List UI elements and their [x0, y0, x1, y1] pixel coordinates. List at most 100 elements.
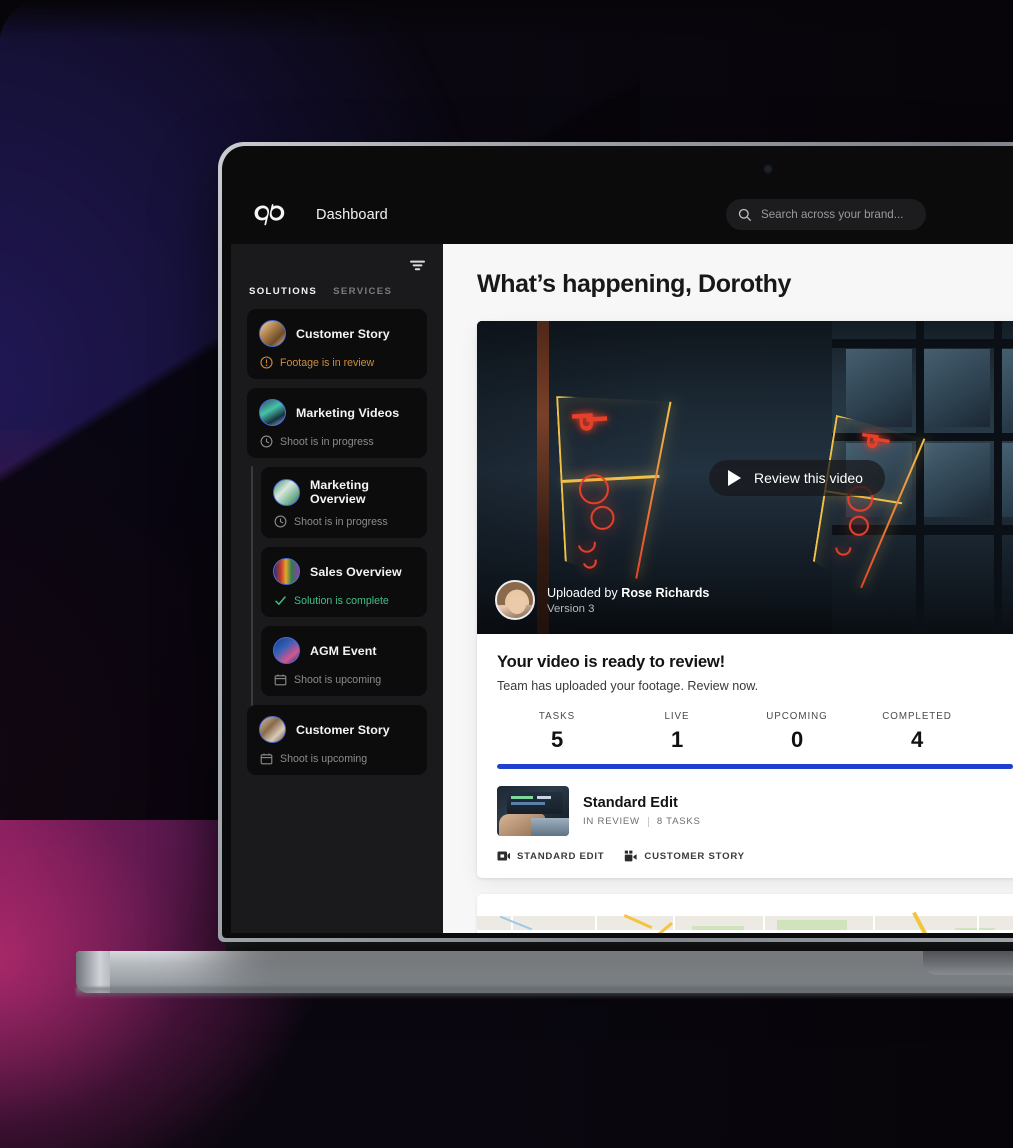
sidebar-item-status: Shoot is upcoming	[259, 752, 415, 765]
page-title: What’s happening, Dorothy	[477, 270, 792, 298]
map-thumbnail	[477, 911, 1013, 933]
project-thumbnail	[273, 558, 300, 585]
play-icon	[728, 469, 742, 486]
sidebar-item-status-label: Solution is complete	[294, 594, 389, 607]
stat-label: ISSUES	[977, 711, 1013, 722]
laptop-screen: Dashboard Search across your brand... SO…	[231, 186, 1013, 933]
stat-completed: COMPLETED 4	[857, 711, 977, 753]
sidebar-nav-list: Customer Story Footage is in review Mark…	[231, 309, 443, 775]
tag-customer-story[interactable]: CUSTOMER STORY	[624, 850, 744, 862]
review-video-label: Review this video	[754, 469, 863, 486]
progress-bar	[497, 764, 1013, 769]
sidebar-item-status-label: Footage is in review	[280, 356, 375, 369]
stat-label: TASKS	[538, 711, 576, 722]
sidebar-item-status-label: Shoot is in progress	[294, 515, 388, 528]
video-hero[interactable]: P I P I Review this video Uploaded by Ro…	[477, 321, 1013, 634]
card-title: Your video is ready to review!	[497, 652, 725, 671]
project-thumbnail	[259, 320, 286, 347]
calendar-icon	[260, 753, 273, 765]
stat-value: 0	[791, 727, 803, 752]
uploader-text: Uploaded by Rose Richards Version 3	[547, 586, 709, 615]
sidebar-item-status: Shoot is upcoming	[273, 673, 415, 686]
project-thumbnail	[259, 399, 286, 426]
filter-icon[interactable]	[410, 260, 425, 271]
feed-card-body: Your video is ready to review! Team has …	[477, 634, 1013, 878]
sidebar-item-header: AGM Event	[273, 637, 415, 664]
sidebar-item-marketing-overview[interactable]: Marketing Overview Shoot is in progress	[261, 467, 427, 538]
project-thumbnail	[259, 716, 286, 743]
sidebar-tab-solutions[interactable]: SOLUTIONS	[249, 286, 317, 297]
stat-live: LIVE 1	[617, 711, 737, 753]
app-title: Dashboard	[316, 207, 388, 223]
sidebar-filter-row	[231, 252, 443, 278]
tag-standard-edit[interactable]: STANDARD EDIT	[497, 850, 604, 862]
task-row[interactable]: Standard Edit IN REVIEW 8 TASKS	[497, 786, 1013, 836]
project-tag-icon	[625, 850, 637, 862]
video-version: Version 3	[547, 602, 595, 615]
map-feed-card[interactable]	[477, 894, 1013, 933]
laptop-base-lip	[76, 987, 1013, 999]
laptop-bezel-top	[231, 155, 1013, 181]
sidebar-item-agm-event[interactable]: AGM Event Shoot is upcoming	[261, 626, 427, 696]
laptop-base-notch	[923, 951, 1013, 975]
app-window: Dashboard Search across your brand... SO…	[231, 186, 1013, 933]
sidebar-item-label: Marketing Overview	[310, 478, 369, 506]
stat-issues: ISSUES 0	[977, 711, 1013, 753]
sidebar-item-status-label: Shoot is in progress	[280, 435, 374, 448]
search-input[interactable]	[761, 208, 914, 221]
uploader-name: Rose Richards	[621, 585, 710, 600]
webcam-icon	[765, 166, 771, 172]
ninety-logo-icon[interactable]	[253, 204, 286, 226]
clock-icon	[274, 515, 287, 528]
stat-value: 1	[671, 727, 683, 752]
stat-tasks: TASKS 5	[497, 711, 617, 753]
sidebar-item-customer-story-2[interactable]: Customer Story Shoot is upcoming	[247, 705, 427, 775]
sidebar-item-status: Solution is complete	[273, 594, 415, 607]
sidebar-item-status: Shoot is in progress	[273, 515, 415, 528]
tag-row: STANDARD EDIT CUSTOMER STORY	[497, 836, 1013, 878]
sidebar-item-sales-overview[interactable]: Sales Overview Solution is complete	[261, 547, 427, 617]
stats-row: TASKS 5 LIVE 1 UPCOMING 0 COMPLETED 4	[497, 711, 1013, 753]
tag-label: CUSTOMER STORY	[644, 850, 745, 862]
tag-label: STANDARD EDIT	[517, 850, 605, 862]
sidebar-item-status: Footage is in review	[259, 356, 415, 369]
stat-value: 4	[911, 727, 923, 752]
laptop-mockup: Dashboard Search across your brand... SO…	[76, 142, 1013, 999]
backdrop-corner-round	[0, 0, 48, 48]
uploader-line: Uploaded by Rose Richards	[547, 586, 709, 600]
sidebar-item-marketing-videos[interactable]: Marketing Videos Shoot is in progress	[247, 388, 427, 458]
stat-value: 0	[977, 727, 1013, 753]
sidebar-tab-services[interactable]: SERVICES	[333, 286, 392, 297]
sidebar-item-header: Marketing Overview	[273, 478, 415, 506]
sidebar: SOLUTIONS SERVICES Customer Story Footag…	[231, 244, 443, 933]
stat-value: 5	[551, 727, 563, 752]
sidebar-item-customer-story-1[interactable]: Customer Story Footage is in review	[247, 309, 427, 379]
sidebar-item-label: Sales Overview	[310, 564, 402, 579]
sidebar-item-status-label: Shoot is upcoming	[294, 673, 382, 686]
stat-label: UPCOMING	[766, 711, 828, 722]
app-topbar: Dashboard	[231, 186, 1013, 244]
global-search[interactable]	[726, 199, 926, 230]
search-icon	[738, 208, 752, 221]
sidebar-item-label: Marketing Videos	[296, 405, 400, 420]
task-name: Standard Edit	[583, 795, 678, 811]
project-thumbnail	[273, 637, 300, 664]
stat-label: COMPLETED	[882, 711, 952, 722]
sidebar-item-status-label: Shoot is upcoming	[280, 752, 368, 765]
feed-card: P I P I Review this video Uploaded by Ro…	[477, 321, 1013, 878]
sidebar-item-header: Marketing Videos	[259, 399, 415, 426]
stat-label: LIVE	[664, 711, 690, 722]
calendar-icon	[274, 674, 287, 686]
sidebar-item-header: Customer Story	[259, 716, 415, 743]
avatar	[495, 580, 535, 620]
card-subtitle: Team has uploaded your footage. Review n…	[497, 679, 759, 693]
sidebar-item-status: Shoot is in progress	[259, 435, 415, 448]
video-edit-thumbnail	[497, 786, 569, 836]
sidebar-item-header: Sales Overview	[273, 558, 415, 585]
main-header: What’s happening, Dorothy	[443, 244, 1013, 299]
check-icon	[275, 596, 286, 606]
alert-circle-icon	[260, 356, 273, 369]
neon-sign-left: P I	[556, 390, 681, 588]
project-thumbnail	[273, 478, 300, 506]
review-video-button[interactable]: Review this video	[709, 459, 885, 496]
